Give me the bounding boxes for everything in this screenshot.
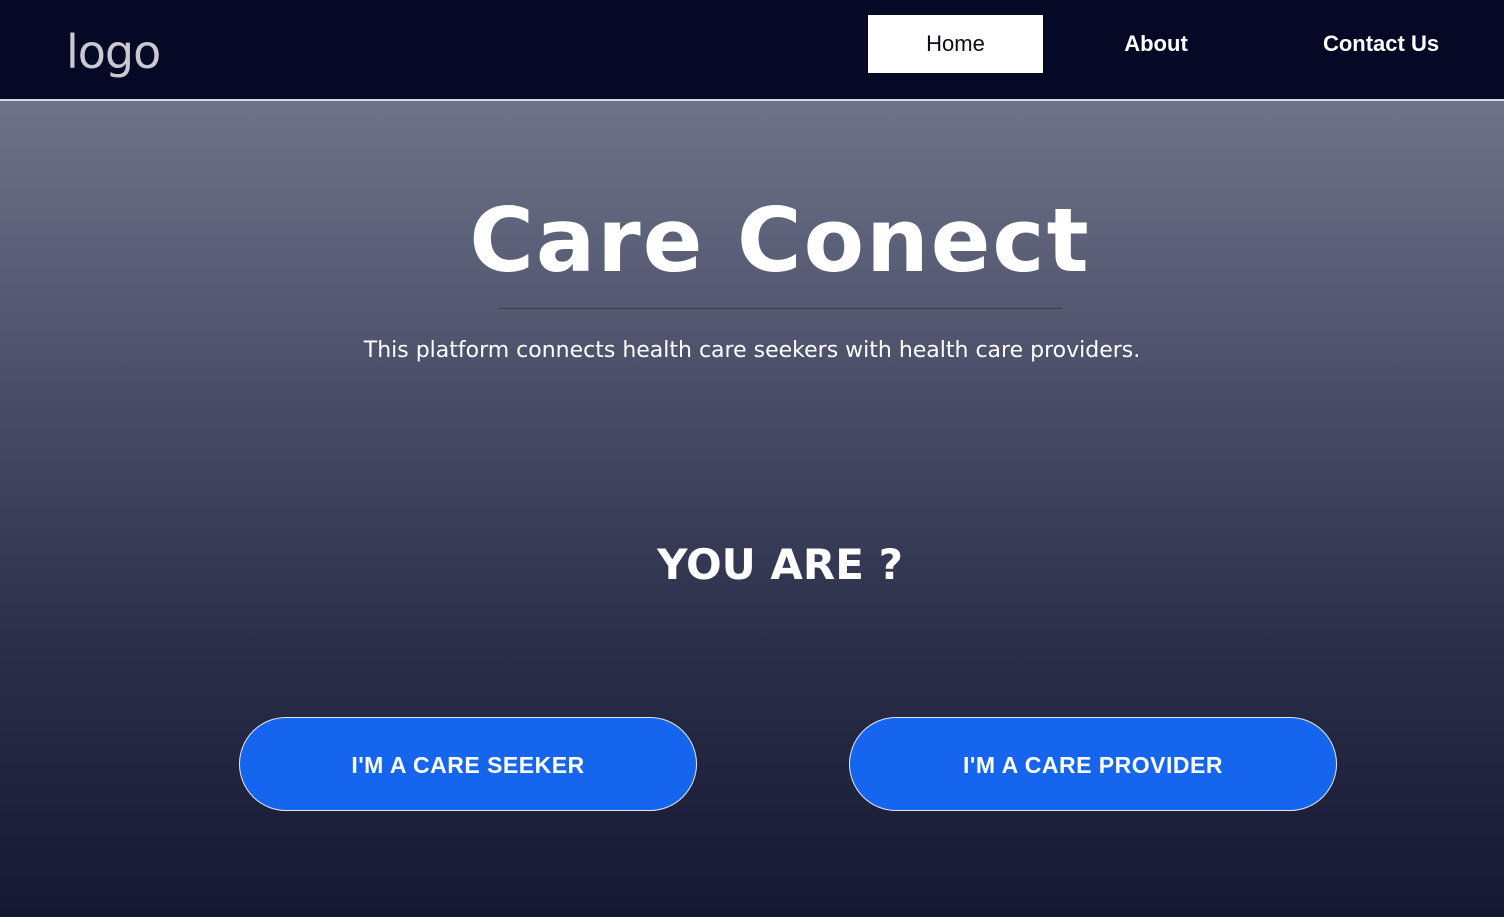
nav-about-link[interactable]: About [1090,15,1222,73]
nav-contact-link[interactable]: Contact Us [1300,15,1462,73]
nav-home-link[interactable]: Home [868,15,1043,73]
page-title: Care Conect [469,189,1091,292]
hero-section: Care Conect This platform connects healt… [0,101,1504,917]
title-divider [499,308,1062,309]
role-question: YOU ARE ? [657,540,903,589]
care-provider-button[interactable]: I'M A CARE PROVIDER [849,717,1337,811]
care-seeker-button[interactable]: I'M A CARE SEEKER [239,717,697,811]
site-logo[interactable]: logo [66,24,161,80]
hero-subtitle: This platform connects health care seeke… [363,338,1141,363]
top-navbar: logo Home About Contact Us [0,0,1504,101]
